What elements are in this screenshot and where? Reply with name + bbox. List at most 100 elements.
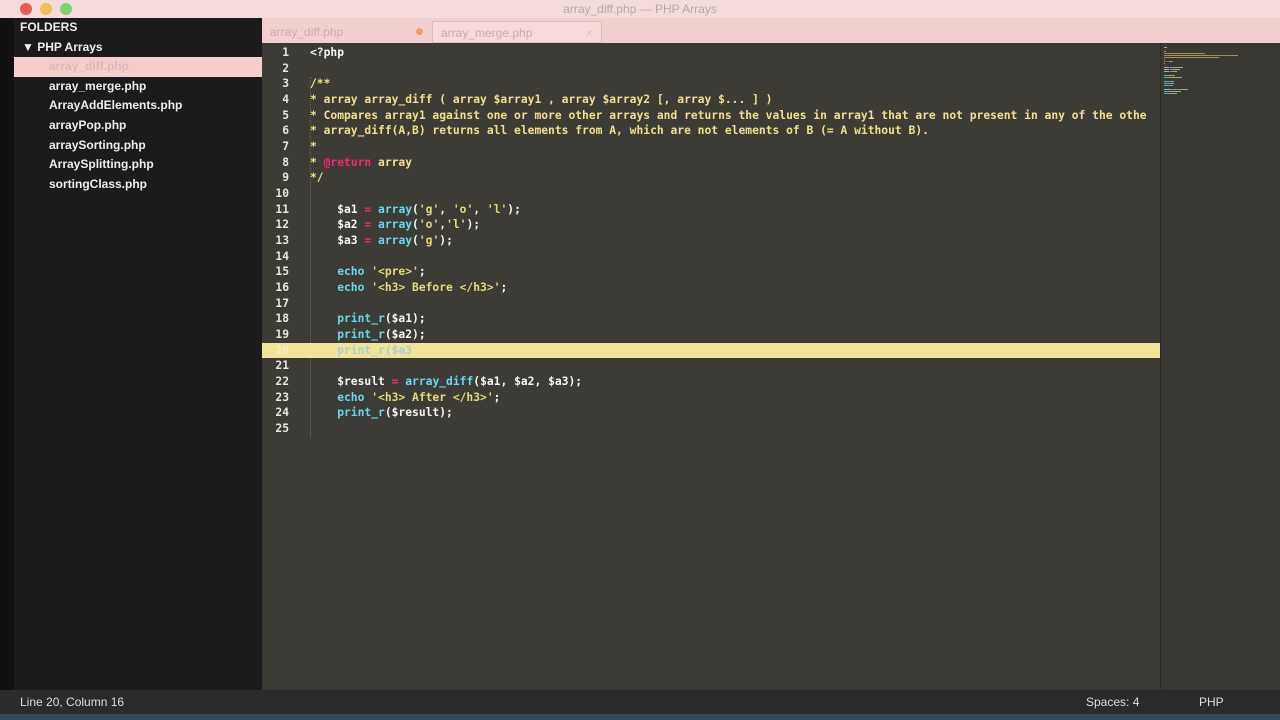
code-line: 9 */ bbox=[262, 170, 1160, 186]
code-line: 20 print_r($a3 bbox=[262, 342, 1160, 359]
token-var: $result bbox=[310, 375, 392, 389]
token-fn: echo bbox=[310, 390, 372, 404]
code-text: <?php bbox=[310, 45, 344, 61]
folder-php-arrays[interactable]: ▼ PHP Arrays bbox=[14, 38, 262, 58]
line-number: 1 bbox=[282, 46, 289, 59]
minimap-mark bbox=[1164, 53, 1205, 54]
tab-array-merge[interactable]: array_merge.php × bbox=[432, 21, 602, 43]
code-line: 14 bbox=[262, 249, 1160, 265]
code-line: 7 * bbox=[262, 139, 1160, 155]
minimap-mark bbox=[1182, 67, 1184, 68]
minimap-mark bbox=[1180, 91, 1182, 92]
minimap[interactable] bbox=[1160, 43, 1280, 690]
token-punct: ( bbox=[412, 202, 419, 216]
line-number: 17 bbox=[275, 296, 289, 310]
left-edge bbox=[0, 18, 14, 690]
code-line: 13 $a3 = array('g'); bbox=[262, 233, 1160, 249]
sidebar-file[interactable]: array_diff.php bbox=[14, 57, 262, 77]
close-tab-icon[interactable]: × bbox=[586, 22, 593, 44]
tab-array-diff[interactable]: array_diff.php bbox=[262, 21, 412, 43]
token-fn: array bbox=[371, 234, 413, 248]
line-number: 25 bbox=[275, 422, 289, 436]
code-line: 15 echo '<pre>'; bbox=[262, 264, 1160, 280]
line-number: 22 bbox=[275, 375, 289, 389]
minimap-mark bbox=[1170, 85, 1173, 86]
sidebar-file[interactable]: sortingClass.php bbox=[14, 175, 262, 195]
token-comment: * array array_diff ( array $array1 , arr… bbox=[310, 93, 773, 106]
token-var: $a2 bbox=[310, 218, 365, 232]
desktop-strip bbox=[0, 714, 1280, 720]
token-fn: print_r bbox=[310, 328, 385, 342]
sidebar-file[interactable]: arrayPop.php bbox=[14, 116, 262, 136]
minimap-mark bbox=[1164, 83, 1171, 84]
token-str: 'o' bbox=[452, 202, 474, 216]
code-editor[interactable]: 1 <?php 2 3/** 4 * array array_diff ( array $… bbox=[262, 43, 1160, 690]
code-line: 22 $result = array_diff($a1, $a2, $a3); bbox=[262, 374, 1160, 390]
minimap-mark bbox=[1169, 91, 1181, 92]
code-line: 1 <?php bbox=[262, 45, 1160, 61]
token-punct: , bbox=[439, 202, 453, 216]
line-number: 14 bbox=[275, 249, 289, 263]
token-fn: array bbox=[371, 202, 413, 216]
syntax-selector[interactable]: PHP bbox=[1199, 690, 1224, 714]
line-number: 21 bbox=[275, 359, 289, 373]
code-line: 25 bbox=[262, 421, 1160, 437]
token-str: '<pre>' bbox=[371, 265, 419, 279]
token-punct: ($a1); bbox=[384, 312, 426, 326]
code-line: 19 print_r($a2); bbox=[262, 327, 1160, 343]
line-number: 4 bbox=[282, 93, 289, 106]
line-number: 10 bbox=[275, 187, 289, 201]
code-text: print_r($a1); bbox=[310, 311, 426, 327]
sidebar-file[interactable]: ArrayAddElements.php bbox=[14, 96, 262, 116]
token-tag: @return bbox=[323, 155, 372, 169]
token-str: '<h3> Before </h3>' bbox=[371, 281, 501, 295]
token-punct: ($a1, $a2, $a3); bbox=[473, 375, 583, 389]
minimap-mark bbox=[1173, 75, 1175, 76]
code-text: $a3 = array('g'); bbox=[310, 233, 453, 249]
sidebar-file[interactable]: arraySorting.php bbox=[14, 136, 262, 156]
minimap-mark bbox=[1180, 77, 1182, 78]
code-line: 24 print_r($result); bbox=[262, 405, 1160, 421]
token-fn: echo bbox=[310, 281, 372, 295]
code-line: 2 bbox=[262, 61, 1160, 77]
minimap-mark bbox=[1170, 83, 1175, 84]
line-number: 3 bbox=[282, 77, 289, 91]
code-line: 23 echo '<h3> After </h3>'; bbox=[262, 390, 1160, 406]
minimap-mark bbox=[1164, 47, 1167, 48]
line-number: 20 bbox=[275, 343, 289, 357]
code-text: * bbox=[310, 139, 317, 155]
title-bar: array_diff.php — PHP Arrays bbox=[0, 0, 1280, 18]
sidebar-file[interactable]: ArraySplitting.php bbox=[14, 155, 262, 175]
token-comment: * Compares array1 against one or more ot… bbox=[310, 108, 1147, 122]
minimap-mark bbox=[1176, 71, 1178, 72]
token-comment: /** bbox=[310, 77, 331, 91]
code-line: 12 $a2 = array('o','l'); bbox=[262, 217, 1160, 233]
code-line: 8 * @return array bbox=[262, 155, 1160, 171]
code-text: $a1 = array('g', 'o', 'l'); bbox=[310, 202, 521, 218]
line-number: 23 bbox=[275, 390, 289, 404]
code-text: print_r($a2); bbox=[310, 327, 425, 343]
line-number: 18 bbox=[275, 312, 289, 326]
line-number: 2 bbox=[282, 61, 289, 75]
minimap-mark bbox=[1164, 89, 1172, 90]
token-fn: print_r bbox=[310, 343, 385, 357]
token-punct: ); bbox=[507, 202, 521, 216]
token-str: '<h3> After </h3>' bbox=[371, 390, 494, 404]
minimap-mark bbox=[1164, 55, 1238, 56]
line-number: 11 bbox=[275, 202, 289, 216]
token-str: 'l' bbox=[486, 202, 508, 216]
token-punct: ; bbox=[493, 390, 501, 404]
token-punct: ; bbox=[500, 281, 508, 295]
token-punct: ( bbox=[412, 234, 419, 248]
minimap-mark bbox=[1169, 77, 1181, 78]
minimap-mark bbox=[1164, 63, 1166, 64]
token-punct: ($result); bbox=[384, 406, 453, 420]
line-number: 19 bbox=[275, 328, 289, 342]
line-number: 13 bbox=[275, 234, 289, 248]
code-text: * Compares array1 against one or more ot… bbox=[310, 108, 1147, 124]
line-number: 5 bbox=[282, 108, 289, 122]
sidebar-file[interactable]: array_merge.php bbox=[14, 77, 262, 97]
token-fn: echo bbox=[310, 265, 372, 279]
code-text: print_r($a3 bbox=[310, 343, 412, 359]
indentation-setting[interactable]: Spaces: 4 bbox=[1086, 690, 1139, 714]
